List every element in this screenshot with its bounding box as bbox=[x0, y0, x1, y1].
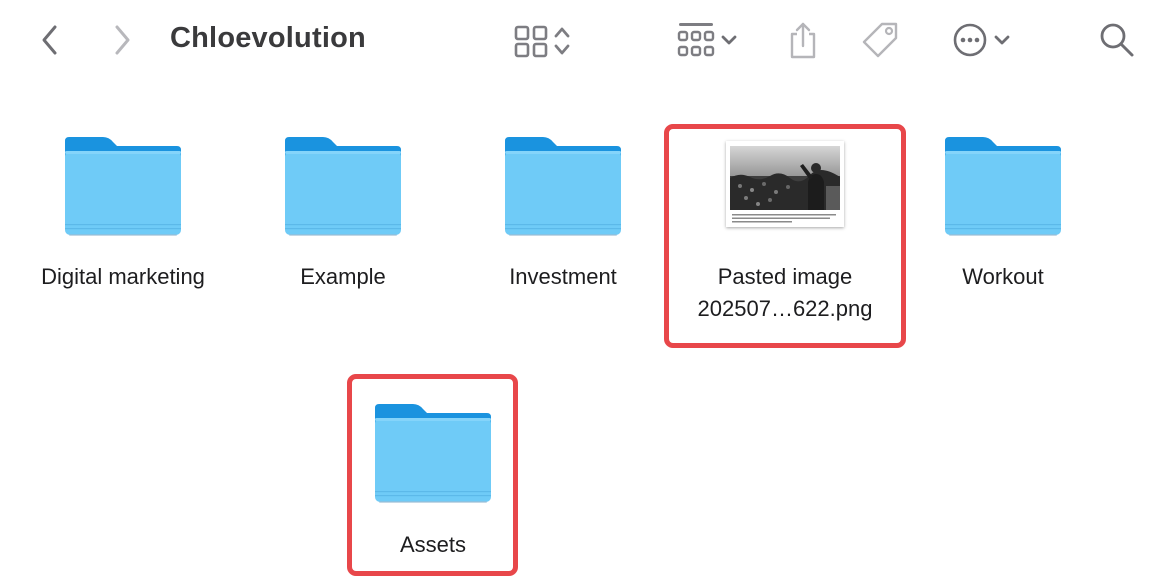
up-down-chevron-icon bbox=[554, 27, 570, 55]
toolbar: Chloevolution bbox=[0, 0, 1158, 80]
group-by-icon bbox=[677, 23, 715, 57]
search-icon bbox=[1100, 23, 1134, 57]
folder-icon bbox=[503, 135, 623, 237]
folder-icon bbox=[943, 135, 1063, 237]
folder-item[interactable]: Example bbox=[233, 135, 453, 295]
chevron-left-icon bbox=[42, 25, 57, 55]
item-label-line2: 202507…622.png bbox=[697, 296, 873, 321]
image-file-item[interactable]: Pasted image 202507…622.png bbox=[675, 261, 895, 331]
caption-lines bbox=[732, 214, 836, 223]
more-actions-button[interactable] bbox=[944, 20, 1020, 60]
photo-preview bbox=[730, 146, 840, 210]
ellipsis-circle-icon bbox=[953, 23, 987, 57]
item-label: Example bbox=[300, 264, 386, 289]
tag-button[interactable] bbox=[858, 20, 904, 60]
search-button[interactable] bbox=[1096, 20, 1138, 60]
image-thumbnail[interactable] bbox=[726, 141, 844, 227]
folder-icon bbox=[373, 402, 493, 504]
view-mode-button[interactable] bbox=[506, 22, 582, 60]
chevron-right-icon bbox=[115, 25, 130, 55]
folder-item[interactable]: Digital marketing bbox=[13, 135, 233, 295]
tag-icon bbox=[862, 22, 898, 58]
item-label-line1: Pasted image bbox=[717, 264, 853, 289]
folder-item[interactable]: Investment bbox=[453, 135, 673, 295]
folder-item[interactable]: Assets bbox=[323, 402, 543, 562]
grid-view-icon bbox=[514, 25, 548, 58]
forward-button[interactable] bbox=[104, 22, 140, 58]
folder-item[interactable]: Workout bbox=[893, 135, 1113, 295]
item-label: Workout bbox=[962, 264, 1044, 289]
folder-icon bbox=[63, 135, 183, 237]
back-button[interactable] bbox=[32, 22, 68, 58]
chevron-down-icon bbox=[994, 35, 1010, 45]
group-by-button[interactable] bbox=[670, 20, 746, 60]
folder-icon bbox=[283, 135, 403, 237]
item-label: Investment bbox=[509, 264, 617, 289]
share-button[interactable] bbox=[784, 20, 822, 60]
window-title: Chloevolution bbox=[170, 22, 366, 54]
chevron-down-icon bbox=[721, 35, 737, 45]
item-label: Digital marketing bbox=[41, 264, 205, 289]
item-label: Assets bbox=[399, 532, 467, 557]
share-icon bbox=[790, 22, 816, 59]
